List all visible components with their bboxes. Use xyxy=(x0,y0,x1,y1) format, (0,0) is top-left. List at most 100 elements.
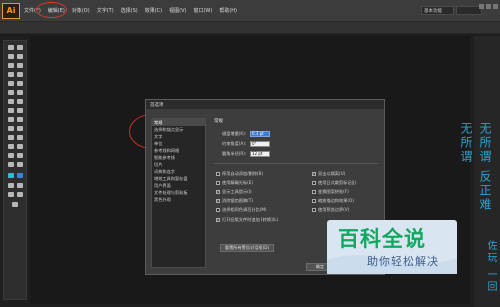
lasso-tool-icon[interactable] xyxy=(17,54,23,59)
eyedropper-tool-icon[interactable] xyxy=(8,135,14,140)
mesh-tool-icon[interactable] xyxy=(8,126,14,131)
checkbox-row[interactable]: 缩放描边和效果(O) xyxy=(312,197,354,204)
direct-selection-tool-icon[interactable] xyxy=(17,45,23,50)
category-item[interactable]: 文字 xyxy=(152,133,205,140)
width-tool-icon[interactable] xyxy=(8,108,14,113)
artboard-tool-icon[interactable] xyxy=(8,153,14,158)
category-item[interactable]: 选择和锚点显示 xyxy=(152,126,205,133)
slice-tool-icon[interactable] xyxy=(17,153,23,158)
rotate-tool-icon[interactable] xyxy=(8,99,14,104)
free-transform-tool-icon[interactable] xyxy=(17,108,23,113)
color-mode-icon[interactable] xyxy=(8,183,14,188)
checkbox-row[interactable]: 选择相同色调百分比(M) xyxy=(216,206,267,213)
category-item[interactable]: 词典和连字 xyxy=(152,168,205,175)
keyboard-increment-row: 键盘增量(K): 0.3 pt xyxy=(222,130,270,137)
magic-wand-tool-icon[interactable] xyxy=(8,54,14,59)
vertical-watermark-text-3: 佐玩 一回 xyxy=(485,240,496,294)
category-item[interactable]: 切片 xyxy=(152,161,205,168)
checkbox-row[interactable]: 消除锯齿图稿(T) xyxy=(216,197,253,204)
rectangle-tool-icon[interactable] xyxy=(17,72,23,77)
constrain-angle-row: 约束角度(A): 0° xyxy=(222,140,270,147)
screen-mode-icon[interactable] xyxy=(12,202,18,207)
checkbox-icon[interactable] xyxy=(216,207,220,212)
dialog-title[interactable]: 首选项 xyxy=(146,100,384,109)
corner-radius-label: 圆角半径(R): xyxy=(222,150,247,156)
reset-warnings-button[interactable]: 重置所有警告对话框(D) xyxy=(220,244,274,252)
menu-highlight-circle xyxy=(36,2,67,18)
hand-tool-icon[interactable] xyxy=(8,162,14,167)
menu-view[interactable]: 视图(V) xyxy=(169,7,186,14)
checkbox-icon[interactable] xyxy=(312,198,316,203)
symbol-sprayer-tool-icon[interactable] xyxy=(8,144,14,149)
line-tool-icon[interactable] xyxy=(8,72,14,77)
menu-select[interactable]: 选择(S) xyxy=(121,7,138,14)
checkbox-row[interactable]: 停用自动添加/删除(B) xyxy=(216,170,263,177)
checkbox-row[interactable]: 打开旧版文件时追加 [转换](L) xyxy=(216,216,278,223)
checkbox-icon[interactable] xyxy=(312,207,316,212)
checkbox-icon[interactable] xyxy=(312,189,316,194)
corner-radius-input[interactable]: 12 pt xyxy=(250,150,270,157)
category-item[interactable]: 常规 xyxy=(152,119,205,126)
gradient-tool-icon[interactable] xyxy=(17,126,23,131)
checkbox-icon[interactable] xyxy=(216,171,220,176)
close-icon[interactable] xyxy=(493,4,498,9)
checkbox-checked-icon[interactable] xyxy=(216,217,220,222)
category-item[interactable]: 增效工具和暂存盘 xyxy=(152,175,205,182)
paintbrush-tool-icon[interactable] xyxy=(8,81,14,86)
checkbox-checked-icon[interactable] xyxy=(312,171,316,176)
scale-tool-icon[interactable] xyxy=(17,99,23,104)
eraser-tool-icon[interactable] xyxy=(17,90,23,95)
checkbox-row[interactable]: 使用预览边界(V) xyxy=(312,206,349,213)
draw-normal-icon[interactable] xyxy=(8,192,14,197)
toolbox xyxy=(3,40,27,300)
stroke-color-icon[interactable] xyxy=(17,173,23,178)
blend-tool-icon[interactable] xyxy=(17,135,23,140)
checkbox-label: 双击以隔离(U) xyxy=(318,170,346,176)
checkbox-row[interactable]: 双击以隔离(U) xyxy=(312,170,345,177)
checkbox-label: 缩放描边和效果(O) xyxy=(318,197,354,203)
perspective-grid-tool-icon[interactable] xyxy=(17,117,23,122)
menu-effect[interactable]: 效果(C) xyxy=(145,7,162,14)
checkbox-checked-icon[interactable] xyxy=(216,189,220,194)
category-item[interactable]: 黑色外观 xyxy=(152,196,205,203)
column-graph-tool-icon[interactable] xyxy=(17,144,23,149)
menu-help[interactable]: 帮助(H) xyxy=(219,7,237,14)
constrain-angle-input[interactable]: 0° xyxy=(250,140,270,147)
checkbox-row[interactable]: 显示工具提示(I) xyxy=(216,188,252,195)
baike-title: 百科全说 xyxy=(338,227,426,251)
checkbox-checked-icon[interactable] xyxy=(216,198,220,203)
menu-bar: Ai 文件(F) 编辑(E) 对象(O) 文字(T) 选择(S) 效果(C) 视… xyxy=(0,0,500,22)
keyboard-increment-label: 键盘增量(K): xyxy=(222,130,247,136)
draw-behind-icon[interactable] xyxy=(17,192,23,197)
category-item[interactable]: 参考线和网格 xyxy=(152,147,205,154)
category-item[interactable]: 单位 xyxy=(152,140,205,147)
menu-object[interactable]: 对象(O) xyxy=(72,7,90,14)
gradient-mode-icon[interactable] xyxy=(17,183,23,188)
zoom-tool-icon[interactable] xyxy=(17,162,23,167)
category-item[interactable]: 用户界面 xyxy=(152,182,205,189)
selection-tool-icon[interactable] xyxy=(8,45,14,50)
keyboard-increment-input[interactable]: 0.3 pt xyxy=(250,130,270,137)
checkbox-row[interactable]: 变换图案拼贴(F) xyxy=(312,188,349,195)
checkbox-label: 变换图案拼贴(F) xyxy=(318,188,349,194)
checkbox-label: 打开旧版文件时追加 [转换](L) xyxy=(222,216,279,222)
minimize-icon[interactable] xyxy=(479,4,484,9)
blob-brush-tool-icon[interactable] xyxy=(8,90,14,95)
checkbox-icon[interactable] xyxy=(312,180,316,185)
checkbox-label: 使用日式裁剪标记(J) xyxy=(318,179,357,185)
type-tool-icon[interactable] xyxy=(17,63,23,68)
category-item[interactable]: 文件处理与剪贴板 xyxy=(152,189,205,196)
pencil-tool-icon[interactable] xyxy=(17,81,23,86)
checkbox-row[interactable]: 使用日式裁剪标记(J) xyxy=(312,179,356,186)
shape-builder-tool-icon[interactable] xyxy=(8,117,14,122)
illustrator-logo: Ai xyxy=(2,2,20,19)
maximize-icon[interactable] xyxy=(486,4,491,9)
pen-tool-icon[interactable] xyxy=(8,63,14,68)
fill-color-icon[interactable] xyxy=(8,173,14,178)
checkbox-row[interactable]: 使用精确光标(E) xyxy=(216,179,253,186)
checkbox-icon[interactable] xyxy=(216,180,220,185)
category-item[interactable]: 智能参考线 xyxy=(152,154,205,161)
workspace-switcher[interactable]: 基本功能 xyxy=(421,6,454,15)
menu-type[interactable]: 文字(T) xyxy=(97,7,114,14)
menu-window[interactable]: 窗口(W) xyxy=(193,7,212,14)
